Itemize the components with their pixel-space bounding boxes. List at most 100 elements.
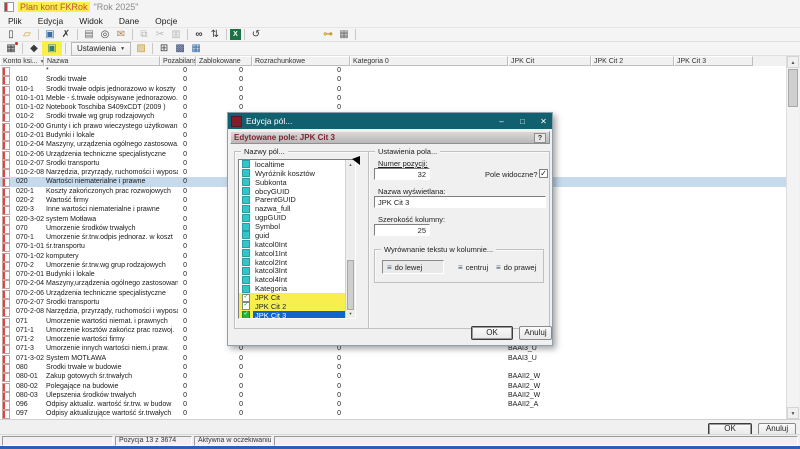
excel-export-icon[interactable]: X — [230, 29, 241, 40]
field-list-item[interactable]: obcyGUID — [239, 187, 345, 196]
open-icon[interactable]: ▱ — [19, 28, 35, 41]
unchecked-checkbox-icon[interactable] — [242, 285, 250, 293]
navigate-diamond-icon[interactable]: ◆ — [26, 42, 42, 55]
position-number-input[interactable]: 32 — [374, 168, 430, 180]
window-icon[interactable]: ⊞ — [156, 42, 172, 55]
scroll-up-icon[interactable]: ▲ — [787, 56, 799, 68]
image-icon[interactable]: ▩ — [172, 42, 188, 55]
copy-icon[interactable]: ⧉ — [136, 28, 152, 41]
unchecked-checkbox-icon[interactable] — [242, 187, 250, 195]
checked-checkbox-icon[interactable]: ✓ — [242, 302, 250, 310]
checked-checkbox-icon[interactable]: ✓ — [242, 311, 250, 319]
unchecked-checkbox-icon[interactable] — [242, 231, 250, 239]
permissions-key-icon[interactable]: ⊶ — [320, 28, 336, 41]
table-row[interactable]: 010-1-02Notebook Toschiba S409xCDT (2009… — [0, 103, 786, 112]
display-name-input[interactable]: JPK Cit 3 — [374, 196, 546, 208]
dialog-ok-button[interactable]: OK — [471, 326, 513, 340]
menu-item-dane[interactable]: Dane — [111, 14, 147, 27]
field-list-item[interactable]: katcol0Int — [239, 240, 345, 249]
column-header-6[interactable]: Kategoria 0 — [350, 56, 508, 66]
field-list-item[interactable]: ✓JPK Cit 3 — [239, 311, 345, 319]
list-scrollbar-thumb[interactable] — [347, 260, 354, 310]
delete-icon[interactable]: ✗ — [58, 28, 74, 41]
unchecked-checkbox-icon[interactable] — [242, 258, 250, 266]
field-list-item[interactable]: katcol3Int — [239, 267, 345, 276]
unchecked-checkbox-icon[interactable] — [242, 178, 250, 186]
cut-icon[interactable]: ✂ — [152, 28, 168, 41]
column-width-input[interactable]: 25 — [374, 224, 430, 236]
field-list-item[interactable]: ugpGUID — [239, 213, 345, 222]
align-right-button[interactable]: ≡ do prawej — [492, 260, 544, 274]
column-header-4[interactable]: Zablokowane — [196, 56, 252, 66]
scrollbar-thumb[interactable] — [788, 69, 798, 107]
table-row[interactable]: *000 — [0, 66, 786, 75]
edit-columns-icon[interactable]: ▣ — [44, 42, 60, 55]
unchecked-checkbox-icon[interactable] — [242, 205, 250, 213]
column-header-1[interactable]: Konto ksi...▼ — [0, 56, 44, 66]
unchecked-checkbox-icon[interactable] — [242, 160, 250, 168]
dialog-title-bar[interactable]: Edycja pól... – □ ✕ — [228, 113, 552, 129]
help-button[interactable]: ? — [534, 133, 546, 143]
sort-icon[interactable]: ⇅ — [207, 28, 223, 41]
menu-item-opcje[interactable]: Opcje — [147, 14, 185, 27]
unchecked-checkbox-icon[interactable] — [242, 223, 250, 231]
field-list-scrollbar[interactable]: ▲ ▼ — [345, 160, 355, 318]
field-list-item[interactable]: Subkonta — [239, 178, 345, 187]
close-icon[interactable]: ✕ — [535, 113, 552, 129]
list-scroll-down-icon[interactable]: ▼ — [346, 309, 355, 318]
field-list-item[interactable]: Symbol — [239, 222, 345, 231]
field-visible-checkbox[interactable]: ✓ — [539, 169, 548, 178]
column-header-9[interactable]: JPK Cit 3 — [674, 56, 753, 66]
edit-icon[interactable]: ▣ — [42, 28, 58, 41]
maximize-icon[interactable]: □ — [514, 113, 531, 129]
dialog-cancel-button[interactable]: Anuluj — [519, 326, 552, 340]
print-icon[interactable]: ▤ — [81, 28, 97, 41]
unchecked-checkbox-icon[interactable] — [242, 214, 250, 222]
fields-grid-icon[interactable]: ▦ — [3, 42, 19, 55]
print-preview-icon[interactable]: ◎ — [97, 28, 113, 41]
accounts-table-icon[interactable]: ▦ — [336, 28, 352, 41]
table-row[interactable]: 080Środki trwałe w budowie000 — [0, 363, 786, 372]
align-left-button[interactable]: ≡ do lewej — [382, 260, 444, 274]
field-list-item[interactable]: localtime — [239, 160, 345, 169]
table-row[interactable]: 080-01Zakup gotowych śr.trwałych000BAAII… — [0, 372, 786, 381]
table-row[interactable]: 010-1Środki trwałe odpis jednorazowo w k… — [0, 85, 786, 94]
column-header-5[interactable]: Rozrachunkowe — [252, 56, 350, 66]
menu-item-plik[interactable]: Plik — [0, 14, 30, 27]
field-list-item[interactable]: Kategoria — [239, 284, 345, 293]
find-icon[interactable]: ∞ — [191, 28, 207, 41]
field-list-item[interactable]: ParentGUID — [239, 196, 345, 205]
field-list-item[interactable]: nazwa_full — [239, 204, 345, 213]
menu-item-edycja[interactable]: Edycja — [30, 14, 72, 27]
column-header-3[interactable]: Pozabilans. — [160, 56, 196, 66]
table-row[interactable]: 071-3-02System MOTŁAWA000BAAI3_U — [0, 354, 786, 363]
field-list-item[interactable]: ✓JPK Cit — [239, 293, 345, 302]
table-scrollbar[interactable]: ▲ ▼ — [786, 56, 799, 419]
unchecked-checkbox-icon[interactable] — [242, 240, 250, 248]
minimize-icon[interactable]: – — [493, 113, 510, 129]
ustawienia-button[interactable]: Ustawienia▼ — [71, 42, 131, 56]
undo-icon[interactable]: ↺ — [248, 28, 264, 41]
unchecked-checkbox-icon[interactable] — [242, 249, 250, 257]
column-header-8[interactable]: JPK Cit 2 — [591, 56, 674, 66]
unchecked-checkbox-icon[interactable] — [242, 276, 250, 284]
column-header-7[interactable]: JPK Cit — [508, 56, 591, 66]
table-row[interactable]: 010Środki trwałe000 — [0, 75, 786, 84]
field-list-item[interactable]: katcol2Int — [239, 258, 345, 267]
table-row[interactable]: 080-03Ulepszenia środków trwałych000BAAI… — [0, 391, 786, 400]
unchecked-checkbox-icon[interactable] — [242, 196, 250, 204]
field-list-item[interactable]: katcol4Int — [239, 275, 345, 284]
paste-icon[interactable]: ▥ — [168, 28, 184, 41]
sheet-icon[interactable]: ▦ — [188, 42, 204, 55]
field-list-item[interactable]: katcol1Int — [239, 249, 345, 258]
checked-checkbox-icon[interactable]: ✓ — [242, 294, 250, 302]
column-header-2[interactable]: Nazwa — [44, 56, 160, 66]
table-row[interactable]: 096Odpisy aktualiz. wartość śr.trw. w bu… — [0, 400, 786, 409]
table-row[interactable]: 010-1-01Meble - ś.trwałe odpisywane jedn… — [0, 94, 786, 103]
field-list-item[interactable]: Wyróżnik kosztów — [239, 169, 345, 178]
new-icon[interactable]: ▯ — [3, 28, 19, 41]
field-list-item[interactable]: guid — [239, 231, 345, 240]
mail-icon[interactable]: ✉ — [113, 28, 129, 41]
unchecked-checkbox-icon[interactable] — [242, 267, 250, 275]
unchecked-checkbox-icon[interactable] — [242, 169, 250, 177]
